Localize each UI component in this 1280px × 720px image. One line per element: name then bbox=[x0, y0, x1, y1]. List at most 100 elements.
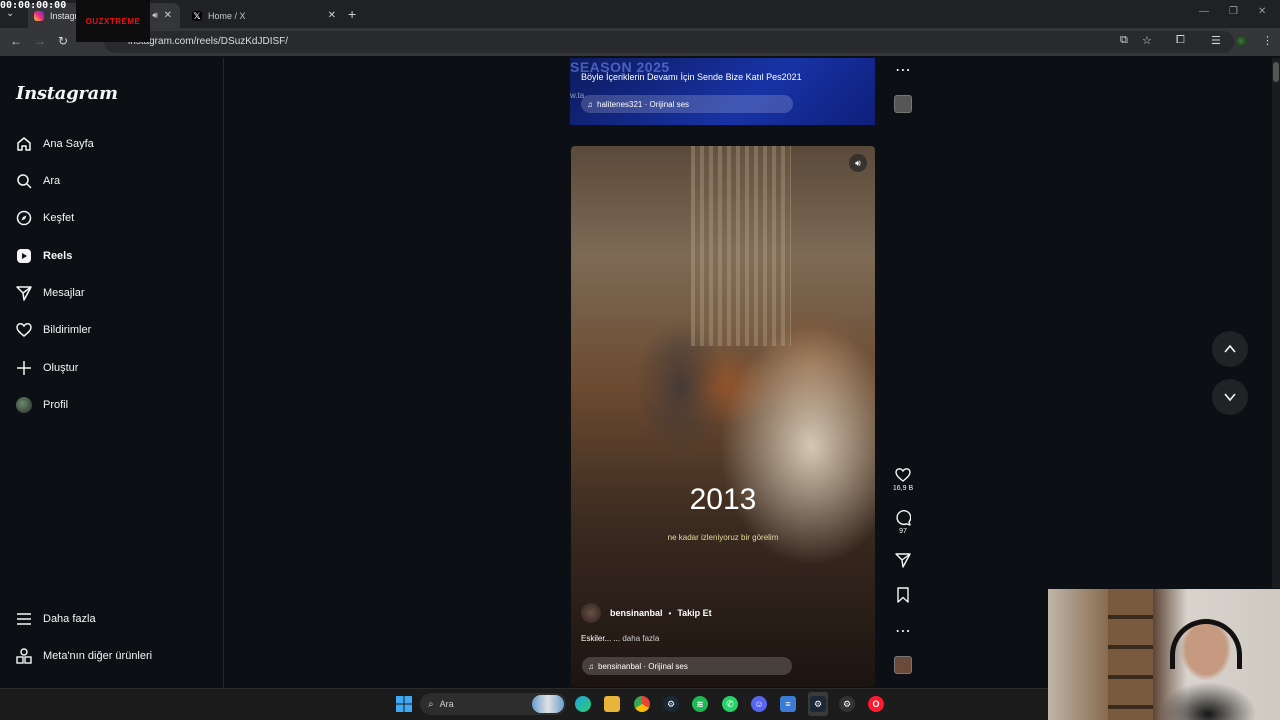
recording-timer: 00:00:00:00 bbox=[0, 0, 67, 11]
spotify-icon[interactable]: ≋ bbox=[692, 696, 708, 712]
stream-logo: OUZXTREME bbox=[76, 0, 150, 42]
taskbar-search[interactable]: ⌕ Ara bbox=[420, 693, 566, 715]
sidebar-item-more[interactable]: Daha fazla bbox=[16, 607, 96, 631]
instagram-logo[interactable]: Instagram bbox=[16, 83, 118, 104]
sidebar-item-label: Meta'nın diğer ürünleri bbox=[43, 650, 153, 662]
sidebar-item-messages[interactable]: Mesajlar bbox=[16, 281, 85, 305]
heart-icon bbox=[16, 322, 32, 338]
taskbar-search-label: Ara bbox=[439, 699, 454, 709]
steam-icon[interactable]: ⚙ bbox=[663, 696, 679, 712]
author-username[interactable]: bensinanbal bbox=[610, 608, 663, 618]
description-text: Eskiler... ... bbox=[581, 634, 621, 643]
page-scrollbar[interactable] bbox=[1272, 58, 1280, 588]
comment-count: 97 bbox=[899, 528, 907, 535]
scrollbar-thumb[interactable] bbox=[1273, 62, 1279, 82]
tab-audio-icon[interactable]: 🔊︎ bbox=[152, 10, 158, 21]
x-favicon-icon: 𝕏 bbox=[192, 10, 202, 21]
install-app-icon[interactable]: ⧉ bbox=[1120, 34, 1128, 47]
next-reel-button[interactable] bbox=[1212, 379, 1248, 415]
search-icon bbox=[16, 173, 32, 189]
more-link[interactable]: daha fazla bbox=[622, 634, 659, 643]
more-options-icon[interactable]: ⋯ bbox=[893, 60, 913, 80]
heart-icon bbox=[895, 468, 911, 482]
instagram-favicon-icon bbox=[34, 10, 44, 21]
sidebar-item-label: Mesajlar bbox=[43, 287, 85, 299]
volume-icon[interactable]: 🔊︎ bbox=[849, 154, 867, 172]
minimize-icon[interactable]: — bbox=[1199, 6, 1209, 17]
opera-icon[interactable]: O bbox=[868, 696, 884, 712]
audio-thumbnail[interactable] bbox=[893, 656, 913, 674]
search-highlight-icon bbox=[532, 695, 564, 713]
avatar[interactable] bbox=[581, 603, 601, 623]
save-button[interactable] bbox=[893, 587, 913, 603]
audio-label: bensinanbal · Orijinal ses bbox=[598, 661, 688, 671]
chrome-icon[interactable] bbox=[634, 696, 650, 712]
reel-audio-pill[interactable]: ♫ bensinanbal · Orijinal ses bbox=[582, 657, 792, 675]
reload-icon[interactable]: ↻ bbox=[58, 34, 68, 48]
current-reel-video[interactable]: 🔊︎ 2013 ne kadar izleniyoruz bir görelim… bbox=[571, 146, 875, 687]
sidebar-item-notifications[interactable]: Bildirimler bbox=[16, 318, 91, 342]
chevron-up-icon bbox=[1224, 344, 1236, 353]
reel-caption: Böyle İçeriklerin Devamı İçin Sende Bize… bbox=[581, 72, 802, 82]
menu-dots-icon[interactable]: ⋮ bbox=[1262, 34, 1273, 47]
compass-icon bbox=[16, 210, 32, 226]
chevron-down-icon bbox=[1224, 393, 1236, 402]
sidebar-item-home[interactable]: Ana Sayfa bbox=[16, 132, 94, 156]
url-text[interactable]: instagram.com/reels/DSuzKdJDISF/ bbox=[128, 36, 288, 47]
reel-description: Eskiler... ... daha fazla bbox=[581, 634, 659, 643]
back-icon[interactable]: ← bbox=[10, 34, 22, 48]
audio-thumbnail[interactable] bbox=[893, 95, 913, 113]
like-button[interactable]: 16,9 B bbox=[893, 467, 913, 492]
sidebar-item-reels[interactable]: Reels bbox=[16, 244, 72, 268]
profile-avatar[interactable] bbox=[1235, 35, 1247, 47]
avatar bbox=[16, 397, 32, 413]
folder-icon[interactable] bbox=[604, 696, 620, 712]
video-frame-detail bbox=[691, 146, 791, 346]
audio-label: halitenes321 · Orijinal ses bbox=[597, 99, 690, 109]
share-button[interactable] bbox=[893, 552, 913, 568]
comment-button[interactable]: 97 bbox=[893, 510, 913, 535]
sidebar-item-create[interactable]: Oluştur bbox=[16, 356, 78, 380]
reel-audio-pill[interactable]: ♫ halitenes321 · Orijinal ses bbox=[581, 95, 793, 113]
sidebar-item-label: Reels bbox=[43, 250, 73, 262]
webcam-overlay bbox=[1048, 589, 1280, 720]
send-icon bbox=[895, 553, 911, 568]
sidebar-item-explore[interactable]: Keşfet bbox=[16, 206, 74, 230]
like-count: 16,9 B bbox=[892, 485, 914, 492]
close-icon[interactable]: ✕ bbox=[328, 10, 336, 21]
sidebar-item-meta-products[interactable]: Meta'nın diğer ürünleri bbox=[16, 644, 152, 668]
separator-dot: • bbox=[668, 608, 672, 618]
more-options-icon[interactable]: ⋯ bbox=[893, 621, 913, 641]
forward-icon[interactable]: → bbox=[34, 34, 46, 48]
notepad-icon[interactable]: ≡ bbox=[780, 696, 796, 712]
sidebar-item-search[interactable]: Ara bbox=[16, 169, 60, 193]
music-icon: ♫ bbox=[588, 661, 594, 671]
headset-icon bbox=[1170, 619, 1242, 669]
search-icon: ⌕ bbox=[428, 698, 434, 710]
reel-subtitle: ne kadar izleniyoruz bir görelim bbox=[667, 533, 779, 542]
previous-reel-button[interactable] bbox=[1212, 331, 1248, 367]
follow-button[interactable]: Takip Et bbox=[677, 608, 711, 618]
bookmark-star-icon[interactable]: ☆ bbox=[1142, 34, 1152, 47]
windows-icon[interactable] bbox=[396, 696, 412, 712]
steam-icon[interactable]: ⚙ bbox=[810, 696, 826, 712]
extensions-icon[interactable]: ⧠ bbox=[1176, 34, 1185, 47]
close-icon[interactable]: ✕ bbox=[164, 10, 172, 21]
edge-icon[interactable] bbox=[575, 696, 591, 712]
sidebar-item-label: Ara bbox=[43, 175, 61, 187]
media-control-icon[interactable]: ☰ bbox=[1211, 34, 1221, 47]
sidebar-item-profile[interactable]: Profil bbox=[16, 393, 68, 417]
bookmark-icon bbox=[897, 587, 909, 603]
reels-icon bbox=[16, 248, 32, 264]
music-icon: ♫ bbox=[587, 99, 593, 109]
settings-icon[interactable]: ⚙ bbox=[839, 696, 855, 712]
discord-icon[interactable]: ☺ bbox=[751, 696, 767, 712]
maximize-icon[interactable]: ❐ bbox=[1229, 6, 1238, 17]
previous-reel-video[interactable]: SEASON 2025 Böyle İçeriklerin Devamı İçi… bbox=[570, 58, 875, 125]
new-tab-button[interactable]: + bbox=[348, 6, 356, 22]
tab-title: Home / X bbox=[208, 10, 246, 21]
whatsapp-icon[interactable]: ✆ bbox=[722, 696, 738, 712]
window-close-icon[interactable]: ✕ bbox=[1258, 6, 1266, 17]
tab-x[interactable]: 𝕏 Home / X ✕ bbox=[184, 3, 344, 28]
sidebar-item-label: Profil bbox=[43, 399, 69, 411]
